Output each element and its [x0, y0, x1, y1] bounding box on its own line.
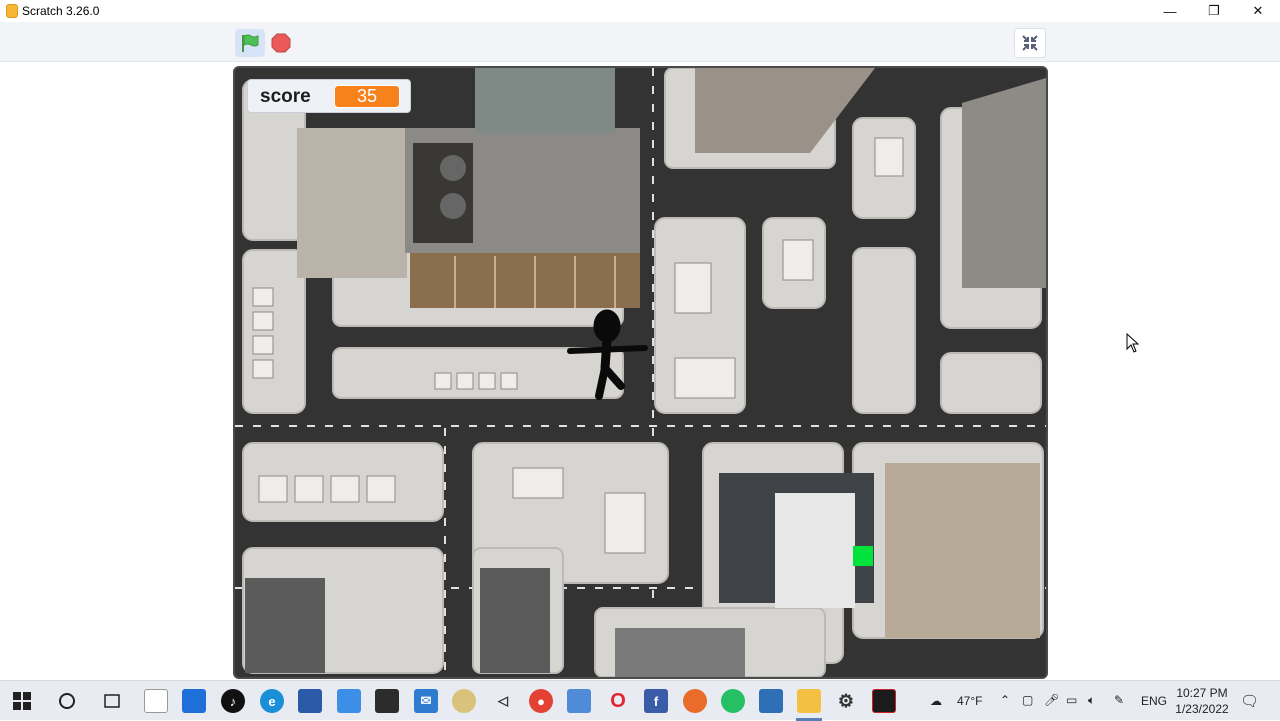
shrink-icon	[1022, 35, 1038, 51]
scratch-taskbar-icon[interactable]	[797, 689, 821, 713]
green-flag-icon	[242, 34, 259, 52]
search-icon[interactable]	[55, 689, 79, 713]
maximize-button[interactable]: ❐	[1192, 0, 1236, 22]
stage-toolbar	[0, 22, 1280, 62]
exit-fullscreen-button[interactable]	[1014, 28, 1046, 58]
edge-icon[interactable]: e	[260, 689, 284, 713]
pen-icon[interactable]: ✎	[1114, 693, 1124, 707]
clock[interactable]: 10:27 PM 1/23/2022	[1172, 685, 1232, 717]
score-value: 35	[334, 85, 400, 108]
weather-icon[interactable]: ☁	[930, 694, 942, 708]
green-flag-button[interactable]	[235, 29, 265, 57]
recorder-icon[interactable]	[872, 689, 896, 713]
weather-temp[interactable]: 47°F	[957, 694, 982, 708]
notification-icon[interactable]: 🗨︎	[1240, 692, 1259, 710]
scratch-app-icon	[6, 4, 18, 18]
stop-button[interactable]	[268, 30, 294, 56]
tray-app-icon[interactable]: ▢	[1022, 693, 1033, 707]
clock-date: 1/23/2022	[1175, 702, 1229, 716]
language-indicator[interactable]: ENG	[1141, 694, 1167, 708]
mail-icon[interactable]: ✉	[414, 689, 438, 713]
microphone-icon[interactable]: 🎤︎	[1044, 693, 1059, 707]
tray-chevron-icon[interactable]: ⌃	[1000, 693, 1010, 707]
windows-start-icon[interactable]	[10, 689, 34, 713]
score-monitor: score 35	[247, 79, 411, 113]
opera-icon[interactable]: O	[606, 689, 630, 713]
title-bar: Scratch 3.26.0 — ❐ ✕	[0, 0, 1280, 22]
photos-icon[interactable]	[759, 689, 783, 713]
window-title: Scratch 3.26.0	[22, 4, 100, 18]
store-icon[interactable]	[182, 689, 206, 713]
volume-icon[interactable]: 🔈︎	[1088, 693, 1095, 708]
facebook-icon[interactable]: f	[644, 689, 668, 713]
mouse-cursor-icon	[1126, 333, 1140, 353]
file-icon[interactable]	[144, 689, 168, 713]
close-button[interactable]: ✕	[1236, 0, 1280, 22]
city-map-backdrop	[235, 68, 1046, 677]
remote-app-icon[interactable]	[567, 689, 591, 713]
score-label: score	[260, 86, 311, 107]
minimize-button[interactable]: —	[1148, 0, 1192, 22]
clock-time: 10:27 PM	[1176, 686, 1228, 700]
tiktok-icon[interactable]: ♪	[221, 689, 245, 713]
settings-icon[interactable]: ⚙	[834, 689, 858, 713]
taskbar: ♪ e ✉ ◁ ● O f ⚙ ☁ 47°F ⌃ ▢ 🎤︎ ▭ 🔈︎ ✎ ENG…	[0, 680, 1280, 721]
video-editor-icon[interactable]	[375, 689, 399, 713]
game-stage[interactable]: score 35	[233, 66, 1048, 679]
stop-icon	[271, 33, 291, 53]
disc-app-icon[interactable]	[452, 689, 476, 713]
green-square-sprite[interactable]	[853, 546, 873, 566]
chrome-icon[interactable]: ●	[529, 689, 553, 713]
task-view-icon[interactable]	[100, 689, 124, 713]
visual-studio-icon[interactable]: ◁	[491, 689, 515, 713]
game-app-icon[interactable]	[298, 689, 322, 713]
whatsapp-icon[interactable]	[721, 689, 745, 713]
brave-icon[interactable]	[683, 689, 707, 713]
files-icon[interactable]	[337, 689, 361, 713]
battery-icon[interactable]: ▭	[1066, 693, 1077, 707]
